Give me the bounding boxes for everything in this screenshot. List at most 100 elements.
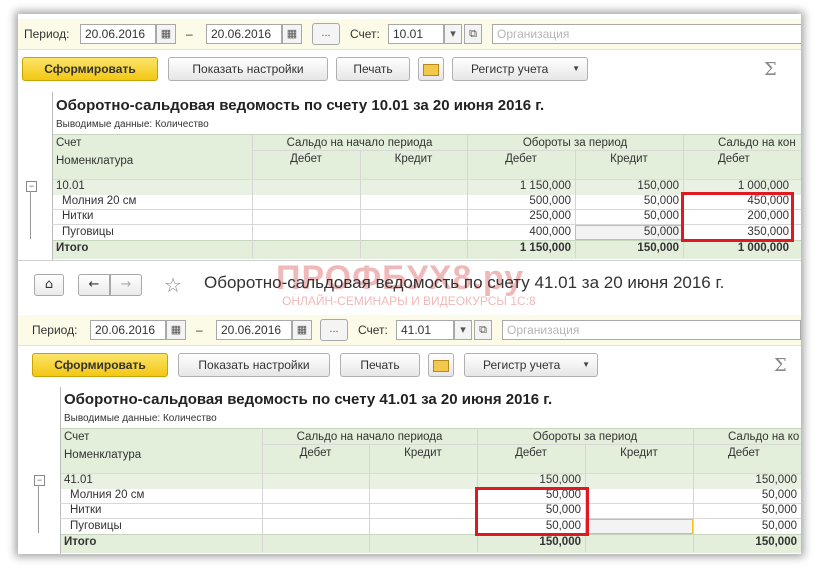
date-to-field[interactable]: 20.06.2016	[206, 24, 282, 44]
open-icon[interactable]: ⧉	[474, 320, 492, 340]
col-opening-balance: Сальдо на начало периода	[296, 431, 443, 443]
col-turnover: Обороты за период	[522, 137, 628, 149]
date-from-field[interactable]: 20.06.2016	[80, 24, 156, 44]
print-button[interactable]: Печать	[340, 353, 420, 377]
highlight-box	[475, 487, 589, 536]
report-area: Оборотно-сальдовая ведомость по счету 10…	[18, 92, 801, 260]
group-turnover-debit: 150,000	[539, 474, 581, 486]
grid-line	[369, 444, 370, 552]
home-icon: ⌂	[44, 277, 54, 292]
col-credit: Кредит	[610, 153, 648, 165]
report-title: Оборотно-сальдовая ведомость по счету 10…	[56, 97, 545, 114]
col-debit: Дебет	[728, 447, 760, 459]
organization-field[interactable]: Организация	[492, 24, 801, 44]
organization-field[interactable]: Организация	[502, 320, 801, 340]
account-field[interactable]: 10.01	[388, 24, 444, 44]
total-turnover-credit: 150,000	[637, 242, 679, 254]
total-turnover-debit: 1 150,000	[519, 242, 571, 254]
home-button[interactable]: ⌂	[34, 274, 64, 296]
report-title: Оборотно-сальдовая ведомость по счету 41…	[64, 391, 553, 408]
account-label: Счет:	[358, 323, 388, 337]
report-subtitle: Выводимые данные: Количество	[56, 119, 209, 130]
forward-button[interactable]: →	[110, 274, 142, 296]
group-closing-debit: 1 000,000	[737, 180, 789, 192]
arrow-right-icon: →	[120, 277, 132, 292]
register-button[interactable]: Регистр учета ▼	[452, 57, 588, 81]
date-to-field[interactable]: 20.06.2016	[216, 320, 292, 340]
row-closing-debit: 50,000	[761, 504, 797, 516]
selected-cells	[585, 519, 693, 534]
envelope-icon	[423, 64, 439, 76]
period-choice-button[interactable]: ...	[312, 23, 340, 45]
row-name: Молния 20 см	[62, 195, 137, 207]
account-label: Счет:	[350, 27, 380, 41]
total-label: Итого	[56, 242, 89, 254]
register-label: Регистр учета	[471, 62, 549, 76]
col-credit: Кредит	[620, 447, 658, 459]
top-report-window: Период: 20.06.2016 ▦ – 20.06.2016 ▦ ... …	[18, 14, 801, 260]
row-name: Нитки	[70, 504, 102, 516]
open-icon[interactable]: ⧉	[464, 24, 482, 44]
row-name: Молния 20 см	[70, 489, 145, 501]
collapse-icon[interactable]: −	[34, 475, 45, 486]
period-choice-button[interactable]: ...	[320, 319, 348, 341]
row-turnover-debit: 400,000	[529, 226, 571, 238]
favorite-star-icon[interactable]: ☆	[164, 273, 182, 297]
col-credit: Кредит	[404, 447, 442, 459]
col-debit: Дебет	[290, 153, 322, 165]
col-opening-balance: Сальдо на начало периода	[286, 137, 433, 149]
group-row	[60, 473, 801, 489]
calendar-icon[interactable]: ▦	[156, 24, 176, 44]
chevron-down-icon[interactable]: ▾	[454, 320, 472, 340]
col-debit: Дебет	[299, 447, 332, 459]
generate-button[interactable]: Сформировать	[22, 57, 158, 81]
window-title: Оборотно-сальдовая ведомость по счету 41…	[204, 273, 725, 292]
chevron-down-icon: ▼	[572, 64, 580, 73]
col-credit: Кредит	[394, 153, 433, 165]
back-button[interactable]: ←	[78, 274, 110, 296]
report-area: Оборотно-сальдовая ведомость по счету 41…	[18, 387, 801, 554]
envelope-icon	[433, 360, 449, 372]
period-dash: –	[196, 323, 203, 337]
col-debit: Дебет	[718, 153, 750, 165]
row-turnover-credit: 50,000	[643, 195, 679, 207]
group-turnover-credit: 150,000	[637, 180, 679, 192]
tree-line	[38, 485, 39, 533]
row-closing-debit: 50,000	[761, 489, 797, 501]
screenshot-frame: Период: 20.06.2016 ▦ – 20.06.2016 ▦ ... …	[18, 14, 801, 554]
sum-icon[interactable]: Σ	[774, 355, 787, 376]
period-label: Период:	[24, 27, 70, 41]
col-closing-balance: Сальдо на ко	[728, 431, 800, 443]
collapse-icon[interactable]: −	[26, 181, 37, 192]
bottom-report-window: ⌂ ← → ☆ ПРОФБУХ8.ру ОНЛАЙН-СЕМИНАРЫ И ВИ…	[18, 260, 801, 554]
params-bar: Период: 20.06.2016 ▦ – 20.06.2016 ▦ ... …	[18, 315, 801, 346]
col-account: Счет	[56, 137, 82, 149]
show-settings-button[interactable]: Показать настройки	[178, 353, 330, 377]
date-from-field[interactable]: 20.06.2016	[90, 320, 166, 340]
show-settings-button[interactable]: Показать настройки	[168, 57, 328, 81]
tree-line	[30, 191, 31, 239]
row-turnover-debit: 500,000	[529, 195, 571, 207]
print-button[interactable]: Печать	[336, 57, 410, 81]
group-account: 41.01	[64, 474, 93, 486]
generate-button[interactable]: Сформировать	[32, 353, 168, 377]
calendar-icon[interactable]: ▦	[282, 24, 302, 44]
total-turnover-debit: 150,000	[539, 536, 581, 548]
group-account: 10.01	[56, 180, 85, 192]
email-button[interactable]	[428, 353, 454, 377]
calendar-icon[interactable]: ▦	[166, 320, 186, 340]
account-field[interactable]: 41.01	[396, 320, 454, 340]
grid-line	[360, 150, 361, 258]
period-dash: –	[186, 27, 193, 41]
register-button[interactable]: Регистр учета ▼	[464, 353, 598, 377]
grid-line	[60, 387, 61, 554]
params-bar: Период: 20.06.2016 ▦ – 20.06.2016 ▦ ... …	[18, 19, 801, 50]
arrow-left-icon: ←	[88, 277, 100, 292]
chevron-down-icon[interactable]: ▾	[444, 24, 462, 44]
sum-icon[interactable]: Σ	[764, 59, 777, 80]
email-button[interactable]	[418, 57, 444, 81]
report-toolbar: Сформировать Показать настройки Печать Р…	[18, 54, 801, 86]
row-turnover-debit: 250,000	[529, 210, 571, 222]
total-label: Итого	[64, 536, 97, 548]
calendar-icon[interactable]: ▦	[292, 320, 312, 340]
